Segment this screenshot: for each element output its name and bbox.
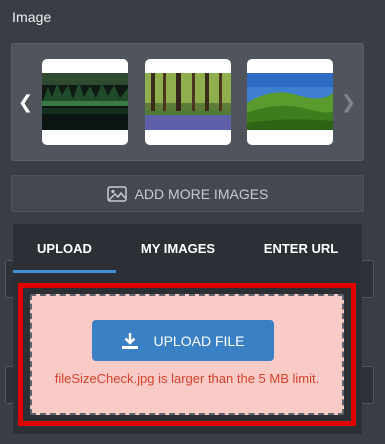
thumbnail-forest-lake[interactable] — [42, 59, 128, 145]
tab-my-images-label: MY IMAGES — [140, 241, 216, 256]
image-source-panel: UPLOAD MY IMAGES ENTER URL UPLOAD FILE f… — [13, 224, 362, 434]
highlight-outline: UPLOAD FILE fileSizeCheck.jpg is larger … — [18, 283, 356, 426]
background-field-right-top — [360, 260, 374, 298]
tab-upload[interactable]: UPLOAD — [13, 224, 116, 273]
tab-enter-url-label: ENTER URL — [263, 241, 339, 256]
upload-dropzone[interactable]: UPLOAD FILE fileSizeCheck.jpg is larger … — [30, 294, 344, 415]
tab-upload-label: UPLOAD — [37, 241, 92, 256]
section-title: Image — [12, 9, 52, 25]
tab-enter-url[interactable]: ENTER URL — [240, 224, 362, 273]
tab-bar: UPLOAD MY IMAGES ENTER URL — [13, 224, 362, 273]
green-hills-image — [247, 73, 333, 130]
upload-file-button[interactable]: UPLOAD FILE — [92, 320, 274, 361]
image-icon — [106, 185, 127, 202]
thumbnail-bluebell-forest[interactable] — [145, 59, 231, 145]
download-icon — [121, 332, 139, 350]
bluebell-forest-image — [145, 73, 231, 130]
tab-my-images[interactable]: MY IMAGES — [116, 224, 240, 273]
add-more-images-button[interactable]: ADD MORE IMAGES — [11, 175, 364, 212]
forest-lake-image — [42, 73, 128, 130]
chevron-right-icon[interactable]: ❯ — [341, 93, 356, 111]
chevron-left-icon[interactable]: ❮ — [18, 93, 33, 111]
image-carousel: ❮ ❯ — [11, 43, 364, 161]
error-message: fileSizeCheck.jpg is larger than the 5 M… — [54, 371, 320, 386]
add-more-images-label: ADD MORE IMAGES — [134, 185, 269, 202]
upload-file-label: UPLOAD FILE — [153, 332, 245, 349]
background-field-right-bottom — [360, 366, 374, 404]
thumbnail-green-hills[interactable] — [247, 59, 333, 145]
